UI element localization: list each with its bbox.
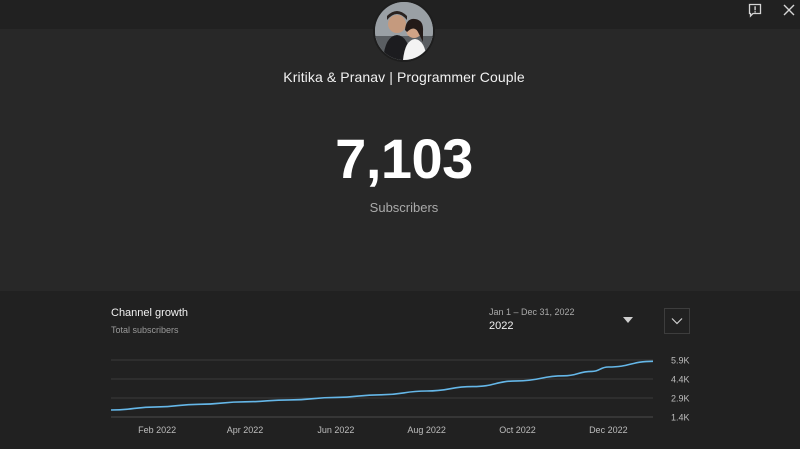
- year-selector[interactable]: 2022: [489, 320, 513, 332]
- y-tick-label: 2.9K: [671, 394, 690, 404]
- date-dropdown-icon[interactable]: [620, 312, 636, 328]
- subscriber-count: 7,103: [335, 127, 473, 190]
- x-tick-label: Oct 2022: [499, 425, 536, 435]
- x-tick-label: Dec 2022: [589, 425, 628, 435]
- date-range-label: Jan 1 – Dec 31, 2022: [489, 307, 575, 317]
- x-tick-label: Jun 2022: [317, 425, 354, 435]
- y-tick-label: 5.9K: [671, 356, 690, 366]
- channel-avatar: [373, 0, 435, 62]
- subscriber-series-line: [110, 360, 654, 411]
- close-icon[interactable]: [777, 0, 800, 20]
- channel-growth-subtitle: Total subscribers: [111, 325, 179, 335]
- subscriber-growth-chart: 5.9K 4.4K 2.9K 1.4K Feb 2022 Apr 2022 Jun 202…: [110, 356, 690, 435]
- y-tick-label: 4.4K: [671, 375, 690, 385]
- expand-button[interactable]: [664, 308, 690, 334]
- y-tick-label: 1.4K: [671, 413, 690, 423]
- channel-growth-title: Channel growth: [111, 307, 189, 319]
- chevron-down-icon: [671, 318, 683, 325]
- x-tick-label: Aug 2022: [407, 425, 446, 435]
- x-tick-label: Feb 2022: [138, 425, 176, 435]
- subscribers-label: Subscribers: [369, 200, 439, 215]
- x-tick-label: Apr 2022: [227, 425, 264, 435]
- channel-name: Kritika & Pranav | Programmer Couple: [283, 69, 525, 85]
- report-icon[interactable]: [743, 0, 767, 20]
